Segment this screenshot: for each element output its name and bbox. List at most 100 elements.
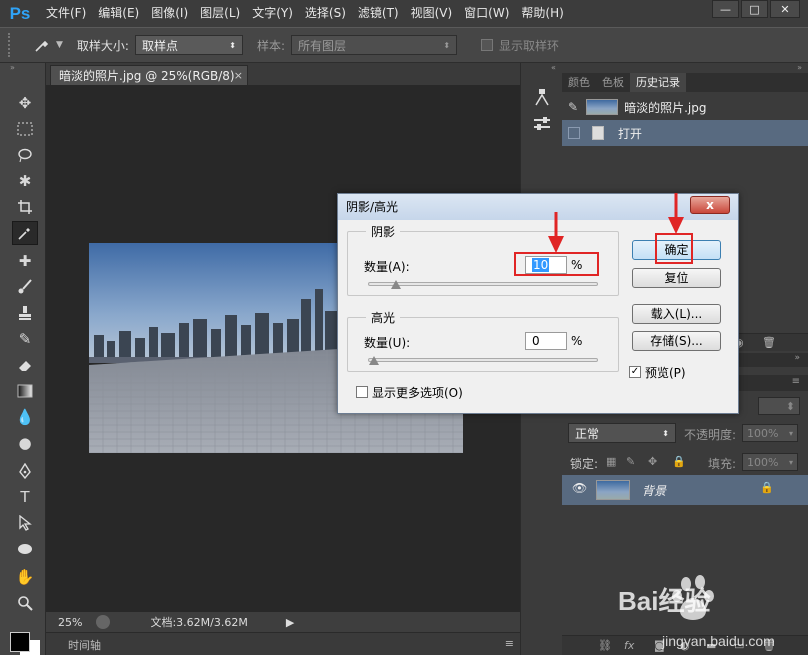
options-grip[interactable]	[8, 33, 16, 57]
lock-all-icon[interactable]: 🔒	[672, 455, 686, 468]
eyedropper-icon[interactable]	[30, 33, 54, 57]
preview-label: 预览(P)	[645, 366, 686, 380]
ellipse-tool-icon[interactable]	[12, 537, 38, 561]
zoom-tool-icon[interactable]	[12, 591, 38, 615]
lock-label: 锁定:	[570, 457, 599, 471]
preview-checkbox[interactable]: ✓	[629, 366, 641, 378]
menu-window[interactable]: 窗口(W)	[458, 0, 515, 27]
healing-brush-tool-icon[interactable]: ✚	[12, 249, 38, 273]
shadows-amount-slider[interactable]	[368, 282, 598, 286]
foreground-color-swatch[interactable]	[10, 632, 30, 652]
menu-select[interactable]: 选择(S)	[299, 0, 352, 27]
blend-mode-select[interactable]: 正常 ⬍	[568, 423, 676, 443]
dialog-close-button[interactable]: x	[690, 196, 730, 214]
brush-tool-icon[interactable]	[12, 275, 38, 299]
eyedropper-tool-icon[interactable]	[12, 221, 38, 245]
menu-edit[interactable]: 编辑(E)	[92, 0, 145, 27]
panel-menu-icon[interactable]: ≡	[505, 637, 514, 650]
menu-bar: Ps 文件(F) 编辑(E) 图像(I) 图层(L) 文字(Y) 选择(S) 滤…	[0, 0, 808, 27]
visibility-eye-icon[interactable]: 👁	[572, 481, 587, 495]
history-panel-icon[interactable]	[533, 87, 551, 107]
menu-view[interactable]: 视图(V)	[405, 0, 459, 27]
zoom-level[interactable]: 25%	[58, 616, 82, 629]
history-brush-tool-icon[interactable]: ✎	[12, 327, 38, 351]
highlights-group-label: 高光	[366, 309, 401, 326]
menu-file[interactable]: 文件(F)	[40, 0, 92, 27]
gradient-tool-icon[interactable]	[12, 379, 38, 403]
minimize-button[interactable]: —	[712, 0, 739, 18]
save-button[interactable]: 存储(S)...	[632, 331, 721, 351]
eraser-tool-icon[interactable]	[12, 353, 38, 377]
status-menu-arrow-icon[interactable]: ▶	[286, 616, 294, 629]
stamp-tool-icon[interactable]	[12, 301, 38, 325]
layer-name: 背景	[642, 484, 667, 498]
shadows-amount-label: 数量(A):	[364, 260, 410, 274]
highlights-slider-thumb[interactable]	[369, 356, 379, 365]
pen-tool-icon[interactable]	[12, 459, 38, 483]
load-button[interactable]: 载入(L)...	[632, 304, 721, 324]
type-tool-icon[interactable]: T	[12, 485, 38, 509]
marquee-tool-icon[interactable]	[12, 117, 38, 141]
timeline-panel-bar[interactable]: 时间轴 ≡	[46, 632, 520, 655]
link-layers-icon[interactable]: ⛓	[598, 639, 612, 652]
lock-transparent-icon[interactable]: ▦	[606, 455, 616, 468]
trash-icon[interactable]: 🗑	[762, 336, 776, 349]
highlights-amount-input[interactable]: 0	[525, 332, 567, 350]
sample-select[interactable]: 所有图层 ⬍	[291, 35, 458, 55]
menu-layer[interactable]: 图层(L)	[194, 0, 246, 27]
shadows-group-label: 阴影	[366, 223, 401, 240]
collapse-icon[interactable]: «	[551, 63, 556, 72]
show-ring-checkbox[interactable]	[481, 39, 494, 51]
blend-mode-value: 正常	[575, 426, 600, 441]
magic-wand-tool-icon[interactable]: ✱	[12, 169, 38, 193]
maximize-button[interactable]: □	[741, 0, 768, 18]
crop-tool-icon[interactable]	[12, 195, 38, 219]
layer-filter-toggle[interactable]: ⬍	[758, 397, 800, 415]
sample-size-select[interactable]: 取样点 ⬍	[134, 35, 243, 55]
move-tool-icon[interactable]: ✥	[12, 91, 38, 115]
menu-help[interactable]: 帮助(H)	[515, 0, 569, 27]
collapse-icon[interactable]: »	[797, 63, 802, 72]
more-options-checkbox[interactable]	[356, 386, 368, 398]
select-arrows-icon: ⬍	[229, 40, 236, 50]
close-window-button[interactable]: ✕	[770, 0, 800, 18]
tab-color[interactable]: 颜色	[562, 73, 596, 92]
document-tab[interactable]: 暗淡的照片.jpg @ 25%(RGB/8) ×	[50, 65, 248, 85]
document-icon	[592, 126, 604, 140]
hand-tool-icon[interactable]: ✋	[12, 565, 38, 589]
lasso-tool-icon[interactable]	[12, 143, 38, 167]
lock-position-icon[interactable]: ✥	[648, 455, 657, 468]
history-snapshot[interactable]: ✎ 暗淡的照片.jpg	[562, 94, 808, 120]
document-tab-title: 暗淡的照片.jpg @ 25%(RGB/8)	[59, 69, 235, 83]
history-step[interactable]: 打开	[562, 120, 808, 146]
opacity-field[interactable]: 100% ▾	[742, 424, 798, 442]
collapse-icon[interactable]: »	[0, 63, 45, 73]
tab-history[interactable]: 历史记录	[630, 73, 686, 92]
collapse-icon[interactable]: »	[794, 353, 800, 363]
layer-thumbnail	[596, 480, 630, 500]
shadows-slider-thumb[interactable]	[390, 280, 401, 289]
reset-button[interactable]: 复位	[632, 268, 721, 288]
show-sampling-ring[interactable]: 显示取样环	[481, 37, 559, 54]
options-bar: ▼ 取样大小: 取样点 ⬍ 样本: 所有图层 ⬍ 显示取样环	[0, 27, 808, 63]
dodge-tool-icon[interactable]: ●	[12, 431, 38, 455]
status-info-icon[interactable]	[96, 615, 111, 629]
menu-type[interactable]: 文字(Y)	[246, 0, 299, 27]
lock-pixels-icon[interactable]: ✎	[626, 455, 635, 468]
menu-image[interactable]: 图像(I)	[145, 0, 194, 27]
fill-field[interactable]: 100% ▾	[742, 453, 798, 471]
path-selection-tool-icon[interactable]	[12, 511, 38, 535]
blur-tool-icon[interactable]: 💧	[12, 405, 38, 429]
tool-preset-caret-icon[interactable]: ▼	[56, 40, 63, 50]
history-step-checkbox[interactable]	[568, 127, 580, 139]
highlights-amount-slider[interactable]	[368, 358, 598, 362]
menu-filter[interactable]: 滤镜(T)	[352, 0, 405, 27]
layer-row-background[interactable]: 👁 背景 🔒	[562, 475, 808, 505]
panel-menu-icon[interactable]: ≡	[792, 376, 800, 387]
select-arrows-icon: ⬍	[662, 428, 669, 438]
sample-value: 所有图层	[298, 38, 347, 53]
properties-panel-icon[interactable]	[533, 115, 551, 135]
history-brush-source-icon[interactable]: ✎	[568, 100, 578, 114]
tab-swatches[interactable]: 色板	[596, 73, 630, 92]
close-tab-icon[interactable]: ×	[234, 66, 243, 86]
